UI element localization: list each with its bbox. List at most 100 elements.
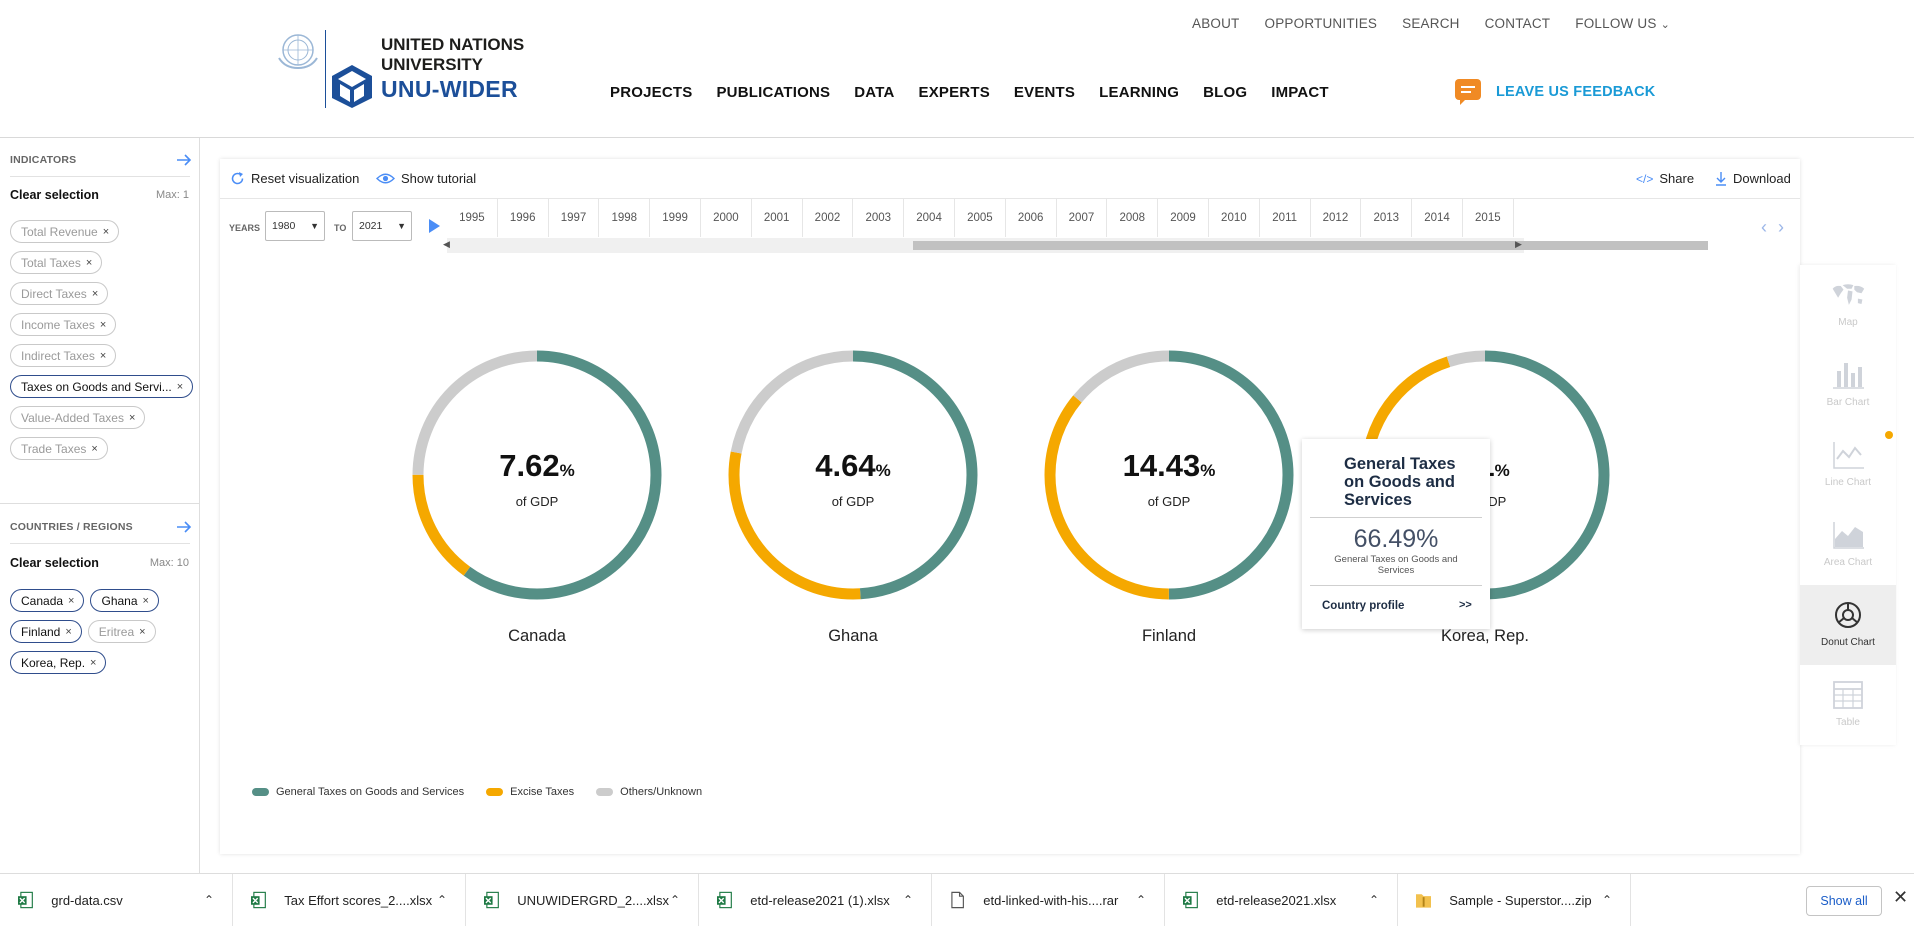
indicators-chip[interactable]: Total Taxes × xyxy=(10,251,103,274)
show-tutorial-button[interactable]: Show tutorial xyxy=(376,171,476,186)
share-button[interactable]: </> Share xyxy=(1636,171,1694,186)
download-item[interactable]: grd-data.csv ⌃ xyxy=(0,874,233,926)
year-item[interactable]: 2008 xyxy=(1107,199,1159,237)
legend-item-others-unknown[interactable]: Others/Unknown xyxy=(596,786,702,798)
collapse-countries-arrow-icon[interactable] xyxy=(176,520,192,534)
show-all-button[interactable]: Show all xyxy=(1806,886,1882,916)
download-button[interactable]: Download xyxy=(1715,171,1791,186)
remove-icon[interactable]: × xyxy=(103,226,109,238)
year-item[interactable]: 2000 xyxy=(701,199,752,237)
next-years-icon[interactable]: › xyxy=(1778,217,1784,238)
year-item[interactable]: 1999 xyxy=(650,199,701,237)
unu-wider-logo-icon[interactable] xyxy=(330,63,374,109)
year-item[interactable]: 2011 xyxy=(1260,199,1311,237)
year-item[interactable]: 2016 xyxy=(1514,199,1524,237)
download-item[interactable]: UNUWIDERGRD_2....xlsx ⌃ xyxy=(466,874,699,926)
chevron-up-icon[interactable]: ⌃ xyxy=(437,893,447,907)
clear-indicators-button[interactable]: Clear selection xyxy=(10,188,99,202)
donut-1[interactable]: 4.64% of GDP xyxy=(723,345,983,605)
indicators-chip[interactable]: Income Taxes × xyxy=(10,313,117,336)
scroll-right-icon[interactable]: ▶ xyxy=(1515,239,1522,250)
nav-experts[interactable]: EXPERTS xyxy=(918,84,989,101)
year-item[interactable]: 2006 xyxy=(1006,199,1057,237)
year-item[interactable]: 2009 xyxy=(1158,199,1209,237)
countries-chip[interactable]: Ghana × xyxy=(90,589,159,612)
countries-chip[interactable]: Canada × xyxy=(10,589,85,612)
remove-icon[interactable]: × xyxy=(86,257,92,269)
indicators-chip[interactable]: Direct Taxes × xyxy=(10,282,109,305)
chevron-up-icon[interactable]: ⌃ xyxy=(1602,893,1612,907)
nav-publications[interactable]: PUBLICATIONS xyxy=(716,84,830,101)
donut-0[interactable]: 7.62% of GDP xyxy=(407,345,667,605)
indicators-chip[interactable]: Taxes on Goods and Servi... × xyxy=(10,375,194,398)
indicators-chip[interactable]: Indirect Taxes × xyxy=(10,344,117,367)
scroll-left-icon[interactable]: ◀ xyxy=(443,239,450,250)
download-item[interactable]: Sample - Superstor....zip ⌃ xyxy=(1398,874,1631,926)
rail-item-donut-chart[interactable]: Donut Chart xyxy=(1800,585,1896,665)
play-icon[interactable] xyxy=(429,219,440,233)
feedback-link[interactable]: LEAVE US FEEDBACK xyxy=(1454,78,1655,106)
legend-item-general-taxes[interactable]: General Taxes on Goods and Services xyxy=(252,786,464,798)
chevron-up-icon[interactable]: ⌃ xyxy=(1369,893,1379,907)
rail-item-table[interactable]: Table xyxy=(1800,665,1896,745)
chevron-up-icon[interactable]: ⌃ xyxy=(1136,893,1146,907)
from-year-select[interactable]: 1980 ▼ xyxy=(265,211,325,241)
remove-icon[interactable]: × xyxy=(143,595,149,607)
remove-icon[interactable]: × xyxy=(177,381,183,393)
nav-projects[interactable]: PROJECTS xyxy=(610,84,692,101)
year-item[interactable]: 2015 xyxy=(1463,199,1514,237)
year-item[interactable]: 2014 xyxy=(1412,199,1463,237)
logo-brand[interactable]: UNU-WIDER xyxy=(381,76,518,103)
year-item[interactable]: 1996 xyxy=(498,199,549,237)
legend-item-excise-taxes[interactable]: Excise Taxes xyxy=(486,786,574,798)
reset-visualization-button[interactable]: Reset visualization xyxy=(230,171,359,186)
donut-2[interactable]: 14.43% of GDP xyxy=(1039,345,1299,605)
year-item[interactable]: 1998 xyxy=(599,199,651,237)
remove-icon[interactable]: × xyxy=(100,350,106,362)
year-item[interactable]: 2004 xyxy=(904,199,955,237)
year-item[interactable]: 1997 xyxy=(549,199,600,237)
logo-text[interactable]: UNITED NATIONS UNIVERSITY xyxy=(381,35,524,75)
year-item[interactable]: 2001 xyxy=(752,199,803,237)
remove-icon[interactable]: × xyxy=(65,626,71,638)
year-item[interactable]: 1995 xyxy=(447,199,498,237)
indicators-chip[interactable]: Trade Taxes × xyxy=(10,437,108,460)
nav-blog[interactable]: BLOG xyxy=(1203,84,1247,101)
download-item[interactable]: etd-release2021.xlsx ⌃ xyxy=(1165,874,1398,926)
year-item[interactable]: 2002 xyxy=(803,199,854,237)
top-link-about[interactable]: ABOUT xyxy=(1192,16,1240,31)
countries-chip[interactable]: Finland × xyxy=(10,620,82,643)
indicators-chip[interactable]: Total Revenue × xyxy=(10,220,120,243)
year-item[interactable]: 2012 xyxy=(1311,199,1362,237)
remove-icon[interactable]: × xyxy=(68,595,74,607)
indicators-chip[interactable]: Value-Added Taxes × xyxy=(10,406,146,429)
top-link-search[interactable]: SEARCH xyxy=(1402,16,1459,31)
remove-icon[interactable]: × xyxy=(91,443,97,455)
rail-item-area-chart[interactable]: Area Chart xyxy=(1800,505,1896,585)
year-item[interactable]: 2003 xyxy=(853,199,905,237)
download-item[interactable]: etd-linked-with-his....rar ⌃ xyxy=(932,874,1165,926)
top-link-opportunities[interactable]: OPPORTUNITIES xyxy=(1265,16,1378,31)
collapse-indicators-arrow-icon[interactable] xyxy=(176,153,192,167)
rail-item-map[interactable]: Map xyxy=(1800,265,1896,345)
chevron-up-icon[interactable]: ⌃ xyxy=(903,893,913,907)
year-item[interactable]: 2010 xyxy=(1209,199,1260,237)
chevron-up-icon[interactable]: ⌃ xyxy=(204,893,214,907)
remove-icon[interactable]: × xyxy=(139,626,145,638)
country-profile-arrow[interactable]: >> xyxy=(1459,599,1472,611)
rail-item-line-chart[interactable]: Line Chart xyxy=(1800,425,1896,505)
year-scrollbar[interactable]: ◀ ▶ xyxy=(443,238,1708,253)
nav-data[interactable]: DATA xyxy=(854,84,894,101)
scroll-thumb[interactable] xyxy=(913,241,1708,250)
nav-events[interactable]: EVENTS xyxy=(1014,84,1075,101)
download-item[interactable]: etd-release2021 (1).xlsx ⌃ xyxy=(699,874,932,926)
countries-chip[interactable]: Korea, Rep. × xyxy=(10,651,107,674)
download-item[interactable]: Tax Effort scores_2....xlsx ⌃ xyxy=(233,874,466,926)
year-item[interactable]: 2013 xyxy=(1361,199,1413,237)
to-year-select[interactable]: 2021 ▼ xyxy=(352,211,412,241)
previous-years-icon[interactable]: ‹ xyxy=(1761,217,1767,238)
countries-chip[interactable]: Eritrea × xyxy=(87,620,156,643)
remove-icon[interactable]: × xyxy=(90,657,96,669)
year-item[interactable]: 2005 xyxy=(955,199,1006,237)
country-profile-link[interactable]: Country profile xyxy=(1322,600,1404,612)
